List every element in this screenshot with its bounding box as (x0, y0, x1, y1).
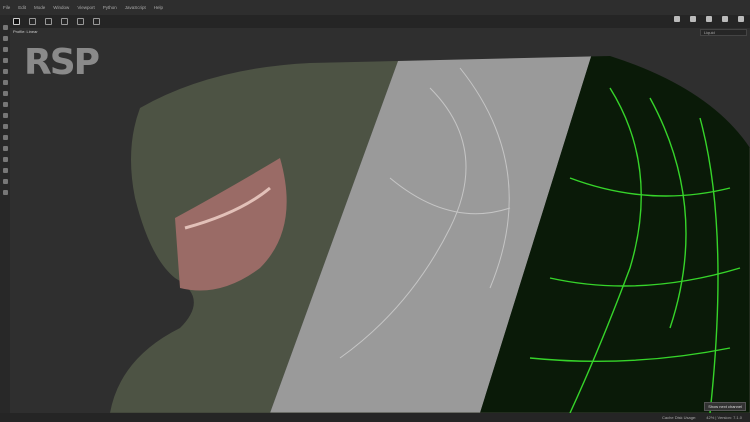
creature-model (110, 56, 750, 413)
texture-set-icon[interactable] (2, 124, 8, 129)
menu-window[interactable]: Window (53, 5, 69, 10)
clone-icon[interactable] (2, 69, 8, 74)
display-icon[interactable] (2, 146, 8, 151)
picker-icon[interactable] (2, 91, 8, 96)
menu-viewport[interactable]: Viewport (77, 5, 94, 10)
fill-icon[interactable] (2, 80, 8, 85)
menu-edit[interactable]: Edit (18, 5, 26, 10)
projection-icon[interactable] (2, 47, 8, 52)
shelf-icon[interactable] (2, 102, 8, 107)
camera-icon[interactable] (674, 16, 680, 22)
display-settings-icon[interactable] (722, 16, 728, 22)
status-bar: Cache Disk Usage: 42% | Version: 7.1.0 (0, 413, 750, 422)
menu-file[interactable]: File (3, 5, 10, 10)
mirror-icon[interactable] (61, 18, 68, 25)
settings-icon[interactable] (93, 18, 100, 25)
screenshot-icon[interactable] (690, 16, 696, 22)
properties-icon[interactable] (2, 135, 8, 140)
menu-help[interactable]: Help (154, 5, 163, 10)
toolbar (10, 15, 750, 28)
menu-python[interactable]: Python (103, 5, 117, 10)
tooltip: Show next channel (704, 402, 746, 411)
shader-icon[interactable] (738, 16, 744, 22)
paint-icon[interactable] (2, 25, 8, 30)
rsp-logo: RSP (24, 42, 100, 83)
3d-viewport[interactable]: RSP Profile: Linear Liquid (10, 28, 750, 413)
layout-single-icon[interactable] (13, 18, 20, 25)
viewport-tools (674, 16, 744, 22)
layers-icon[interactable] (2, 113, 8, 118)
log-icon[interactable] (2, 168, 8, 173)
export-icon[interactable] (2, 190, 8, 195)
render-icon[interactable] (706, 16, 712, 22)
menu-javascript[interactable]: JavaScript (125, 5, 146, 10)
layout-split-icon[interactable] (29, 18, 36, 25)
history-icon[interactable] (2, 157, 8, 162)
eraser-icon[interactable] (2, 36, 8, 41)
version-label: 42% | Version: 7.1.0 (706, 415, 742, 420)
symmetry-icon[interactable] (45, 18, 52, 25)
left-toolbar (0, 15, 10, 415)
color-profile-label: Profile: Linear (13, 29, 38, 34)
bake-icon[interactable] (2, 179, 8, 184)
smudge-icon[interactable] (2, 58, 8, 63)
cache-usage: Cache Disk Usage: (662, 415, 697, 420)
uv-icon[interactable] (77, 18, 84, 25)
menu-mode[interactable]: Mode (34, 5, 45, 10)
menu-bar: File Edit Mode Window Viewport Python Ja… (0, 0, 750, 15)
channel-dropdown[interactable]: Liquid (700, 29, 747, 36)
